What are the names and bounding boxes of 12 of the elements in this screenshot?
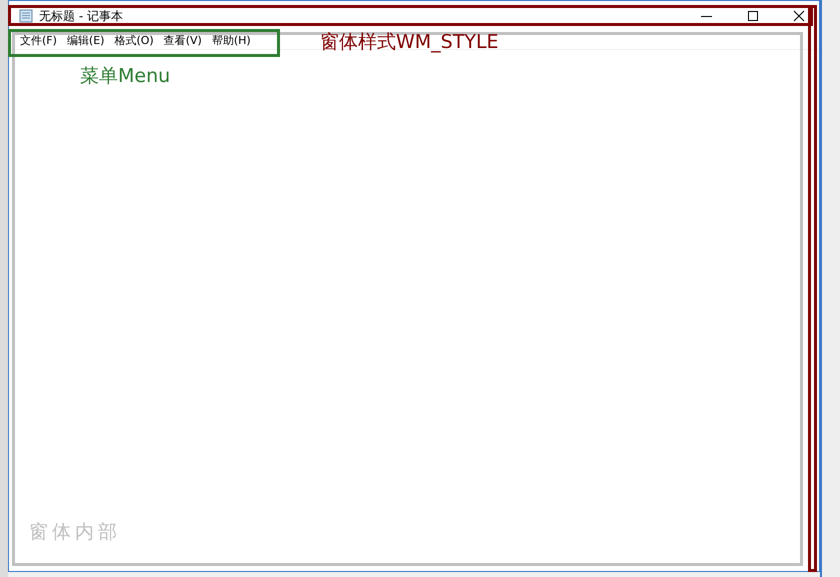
window-title: 无标题 - 记事本 (39, 8, 123, 24)
menu-item[interactable]: 帮助(H) (206, 32, 256, 48)
menu-item[interactable]: 格式(O) (109, 32, 159, 48)
menu-item[interactable]: 编辑(E) (62, 32, 110, 48)
notepad-icon (19, 9, 33, 23)
annotation-label: 菜单Menu (80, 64, 170, 89)
annotation-label: 窗体样式WM_STYLE (320, 30, 499, 55)
annotation-label: 窗体内部 (29, 520, 121, 545)
menu-item[interactable]: 文件(F) (15, 32, 62, 48)
maximize-icon[interactable] (747, 10, 759, 22)
close-icon[interactable] (793, 10, 805, 22)
menu-item[interactable]: 查看(V) (158, 32, 207, 48)
